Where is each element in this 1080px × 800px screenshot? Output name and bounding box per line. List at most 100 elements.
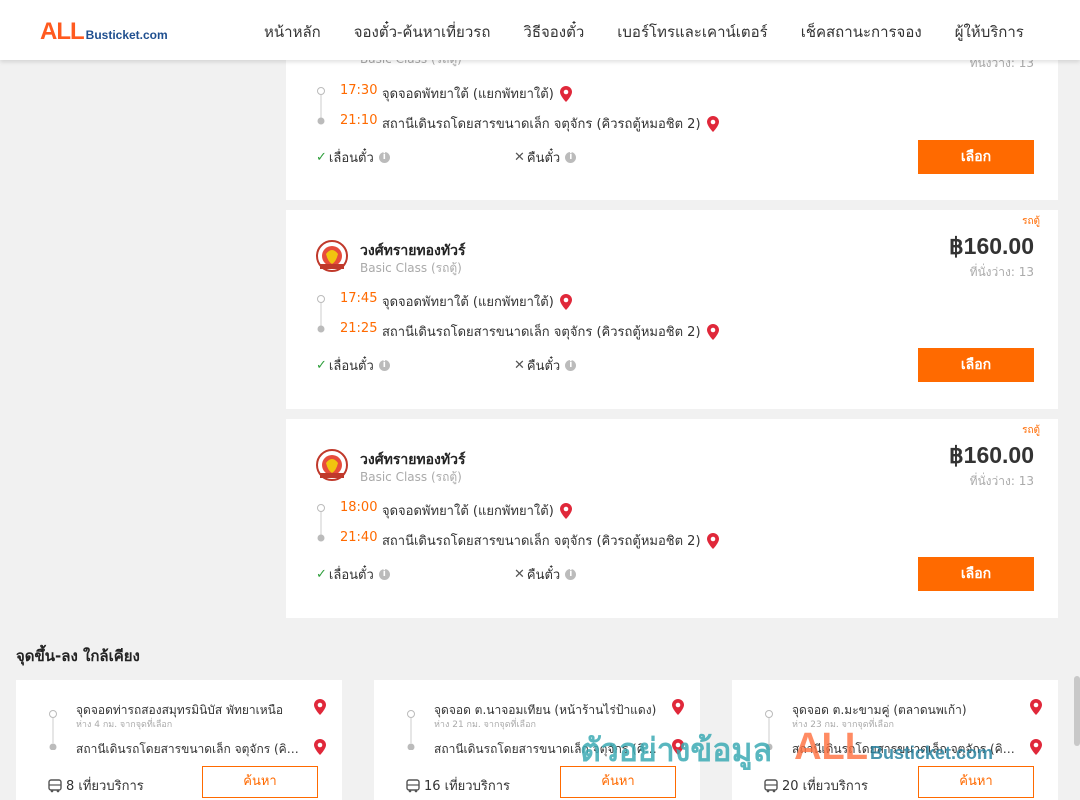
- map-pin-icon[interactable]: [1030, 739, 1042, 755]
- reschedule-label: เลื่อนตั๋ว: [328, 568, 374, 583]
- arrive-time: 21:40: [340, 530, 378, 545]
- nearby-search-button[interactable]: ค้นหา: [918, 766, 1034, 798]
- trip-count-text: 8 เที่ยวบริการ: [66, 779, 144, 794]
- seats-available: ที่นั่งว่าง: 13: [969, 474, 1034, 488]
- check-icon: ✓: [316, 358, 327, 373]
- nearby-to-stop: สถานีเดินรถโดยสารขนาดเล็ก จตุจักร (คิวรถ…: [76, 742, 301, 756]
- seats-available: ที่นั่งว่าง: 13: [969, 265, 1034, 279]
- bus-icon: [764, 778, 778, 792]
- logo-busticket-text: Busticket.com: [85, 28, 168, 42]
- route-timeline: [317, 504, 325, 542]
- map-pin-icon[interactable]: [314, 739, 326, 755]
- trip-card: รถตู้ วงศ์ทรายทองทัวร์ Basic Class (รถตู…: [286, 419, 1058, 618]
- refund-label: คืนตั๋ว: [526, 568, 561, 583]
- map-pin-icon[interactable]: [672, 699, 684, 715]
- nearby-trip-count: 20 เที่ยวบริการ: [764, 775, 868, 796]
- nav-booking-status[interactable]: เช็คสถานะการจอง: [801, 20, 922, 44]
- info-icon[interactable]: i: [378, 569, 390, 580]
- nearby-trip-count: 8 เที่ยวบริการ: [48, 775, 144, 796]
- cross-icon: ✕: [514, 150, 525, 165]
- depart-time: 17:45: [340, 291, 378, 306]
- trip-price: ฿160.00: [949, 233, 1034, 259]
- arrive-stop: สถานีเดินรถโดยสารขนาดเล็ก จตุจักร (คิวรถ…: [382, 530, 719, 551]
- nearby-search-button[interactable]: ค้นหา: [202, 766, 318, 798]
- refund-label: คืนตั๋ว: [526, 359, 561, 374]
- map-pin-icon[interactable]: [559, 293, 572, 310]
- depart-time: 18:00: [340, 500, 378, 515]
- info-icon[interactable]: i: [565, 360, 577, 371]
- depart-stop-text: จุดจอดพัทยาใต้ (แยกพัทยาใต้): [382, 504, 554, 519]
- trip-price: ฿160.00: [949, 442, 1034, 468]
- arrive-time: 21:10: [340, 113, 378, 128]
- nearby-distance: ห่าง 23 กม. จากจุดที่เลือก: [792, 720, 894, 730]
- depart-time: 17:30: [340, 83, 378, 98]
- map-pin-icon[interactable]: [706, 115, 719, 132]
- bus-icon: [406, 778, 420, 792]
- arrive-stop: สถานีเดินรถโดยสารขนาดเล็ก จตุจักร (คิวรถ…: [382, 113, 719, 134]
- route-timeline: [407, 710, 415, 750]
- info-icon[interactable]: i: [378, 360, 390, 371]
- operator-class: Basic Class (รถตู้): [360, 261, 462, 275]
- arrive-stop-text: สถานีเดินรถโดยสารขนาดเล็ก จตุจักร (คิวรถ…: [382, 534, 701, 549]
- nearby-card: จุดจอดท่ารถสองสมุทรมินิบัส พัทยาเหนือ ห่…: [16, 680, 342, 800]
- arrive-stop: สถานีเดินรถโดยสารขนาดเล็ก จตุจักร (คิวรถ…: [382, 321, 719, 342]
- map-pin-icon[interactable]: [559, 85, 572, 102]
- info-icon[interactable]: i: [378, 152, 390, 163]
- operator-logo-icon: [316, 449, 348, 481]
- site-logo[interactable]: ALL Busticket.com: [40, 18, 168, 46]
- map-pin-icon[interactable]: [672, 739, 684, 755]
- map-pin-icon[interactable]: [314, 699, 326, 715]
- logo-all-text: ALL: [40, 18, 85, 45]
- nav-home[interactable]: หน้าหลัก: [264, 20, 321, 44]
- nearby-to-stop: สถานีเดินรถโดยสารขนาดเล็ก จตุจักร (คิวรถ…: [792, 742, 1017, 756]
- check-icon: ✓: [316, 150, 327, 165]
- vehicle-type-badge: รถตู้: [1022, 425, 1040, 436]
- route-timeline: [49, 710, 57, 750]
- nav-operators[interactable]: ผู้ให้บริการ: [955, 20, 1024, 44]
- select-trip-button[interactable]: เลือก: [918, 348, 1034, 382]
- page-scrollbar[interactable]: [1074, 676, 1080, 746]
- refund-label: คืนตั๋ว: [526, 151, 561, 166]
- cross-icon: ✕: [514, 358, 525, 373]
- select-trip-button[interactable]: เลือก: [918, 557, 1034, 591]
- operator-logo-icon: [316, 240, 348, 272]
- trip-count-text: 20 เที่ยวบริการ: [782, 779, 868, 794]
- map-pin-icon[interactable]: [706, 323, 719, 340]
- depart-stop: จุดจอดพัทยาใต้ (แยกพัทยาใต้): [382, 83, 572, 104]
- refund-policy: ✕ คืนตั๋ว i: [514, 564, 577, 585]
- map-pin-icon[interactable]: [1030, 699, 1042, 715]
- nearby-card: จุดจอด ต.มะขามคู่ (ตลาดนพเก้า) ห่าง 23 ก…: [732, 680, 1058, 800]
- depart-stop: จุดจอดพัทยาใต้ (แยกพัทยาใต้): [382, 500, 572, 521]
- nearby-card: จุดจอด ต.นาจอมเทียน (หน้าร้านไร่ป้าแดง) …: [374, 680, 700, 800]
- map-pin-icon[interactable]: [559, 502, 572, 519]
- check-icon: ✓: [316, 567, 327, 582]
- main-nav: หน้าหลัก จองตั๋ว-ค้นหาเที่ยวรถ วิธีจองตั…: [264, 20, 1057, 44]
- select-trip-button[interactable]: เลือก: [918, 140, 1034, 174]
- nearby-trip-count: 16 เที่ยวบริการ: [406, 775, 510, 796]
- trip-count-text: 16 เที่ยวบริการ: [424, 779, 510, 794]
- route-timeline: [317, 295, 325, 333]
- map-pin-icon[interactable]: [706, 532, 719, 549]
- top-header: ALL Busticket.com หน้าหลัก จองตั๋ว-ค้นหา…: [0, 0, 1080, 60]
- depart-stop: จุดจอดพัทยาใต้ (แยกพัทยาใต้): [382, 291, 572, 312]
- depart-stop-text: จุดจอดพัทยาใต้ (แยกพัทยาใต้): [382, 87, 554, 102]
- nearby-distance: ห่าง 21 กม. จากจุดที่เลือก: [434, 720, 536, 730]
- nearby-search-button[interactable]: ค้นหา: [560, 766, 676, 798]
- nav-how-to-book[interactable]: วิธีจองตั๋ว: [523, 20, 584, 44]
- nearby-distance: ห่าง 4 กม. จากจุดที่เลือก: [76, 720, 173, 730]
- arrive-time: 21:25: [340, 321, 378, 336]
- route-timeline: [317, 87, 325, 125]
- trip-card: รถตู้ วงศ์ทรายทองทัวร์ Basic Class (รถตู…: [286, 210, 1058, 409]
- arrive-stop-text: สถานีเดินรถโดยสารขนาดเล็ก จตุจักร (คิวรถ…: [382, 117, 701, 132]
- nav-phone-counter[interactable]: เบอร์โทรและเคาน์เตอร์: [617, 20, 767, 44]
- info-icon[interactable]: i: [565, 152, 577, 163]
- bus-icon: [48, 778, 62, 792]
- refund-policy: ✕ คืนตั๋ว i: [514, 147, 577, 168]
- reschedule-policy: ✓ เลื่อนตั๋ว i: [316, 355, 390, 376]
- nearby-to-stop: สถานีเดินรถโดยสารขนาดเล็ก จตุจักร (คิวรถ…: [434, 742, 659, 756]
- depart-stop-text: จุดจอดพัทยาใต้ (แยกพัทยาใต้): [382, 295, 554, 310]
- info-icon[interactable]: i: [565, 569, 577, 580]
- refund-policy: ✕ คืนตั๋ว i: [514, 355, 577, 376]
- reschedule-policy: ✓ เลื่อนตั๋ว i: [316, 564, 390, 585]
- nav-book-search[interactable]: จองตั๋ว-ค้นหาเที่ยวรถ: [354, 20, 491, 44]
